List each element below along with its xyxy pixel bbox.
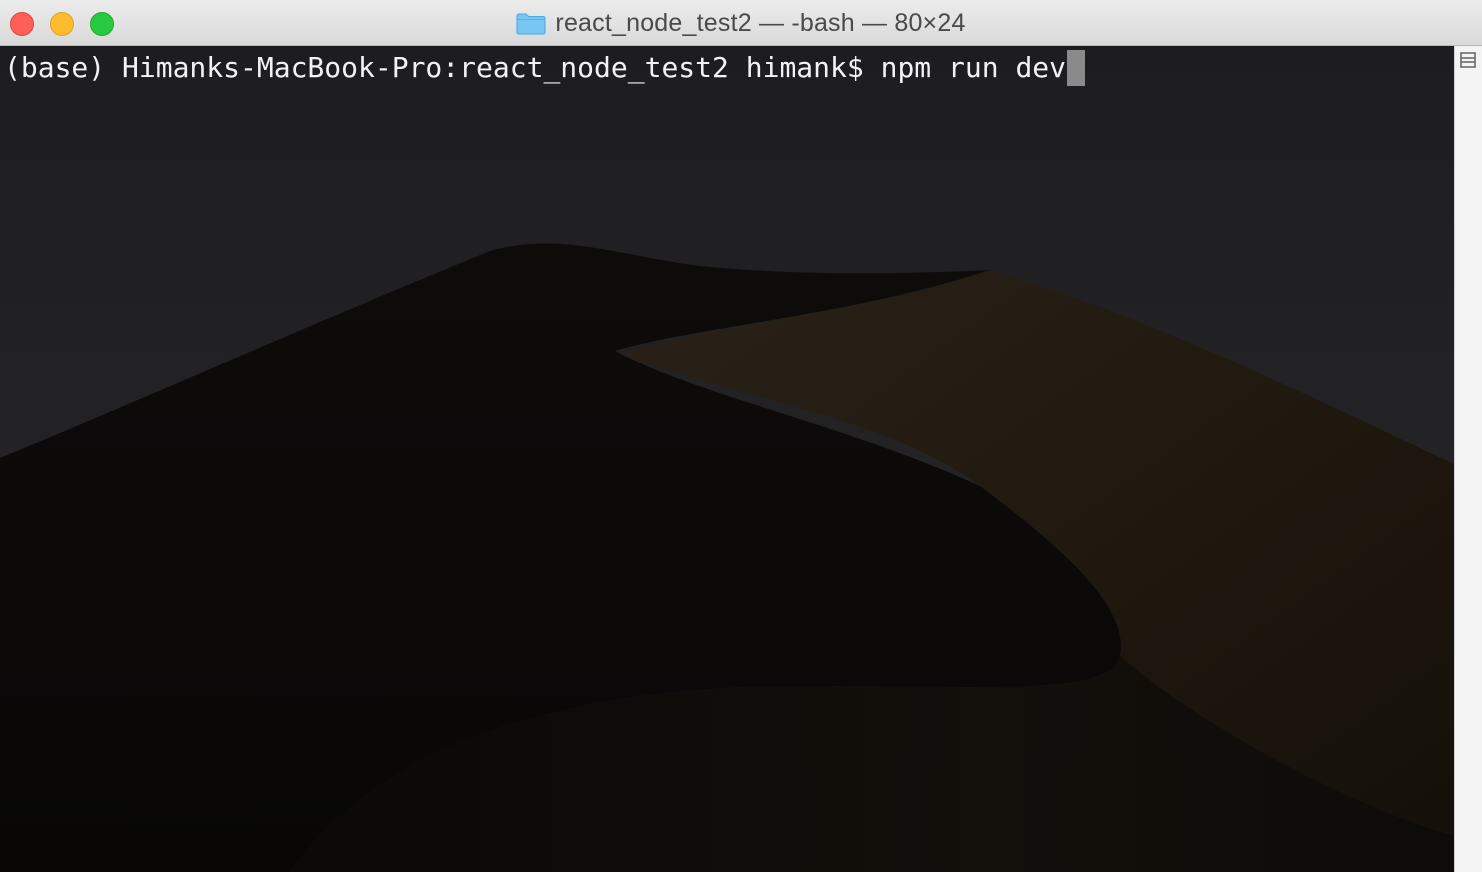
terminal-content[interactable]: (base) Himanks-MacBook-Pro:react_node_te… xyxy=(0,46,1454,872)
prompt-text: (base) Himanks-MacBook-Pro:react_node_te… xyxy=(4,51,881,84)
scrollbar[interactable] xyxy=(1454,46,1482,872)
command-text: npm run dev xyxy=(880,51,1067,84)
terminal-window: react_node_test2 — -bash — 80×24 (base) … xyxy=(0,0,1482,872)
window-title-group: react_node_test2 — -bash — 80×24 xyxy=(0,0,1482,46)
folder-icon xyxy=(516,13,546,35)
terminal-prompt-line[interactable]: (base) Himanks-MacBook-Pro:react_node_te… xyxy=(4,50,1086,86)
window-title: react_node_test2 — -bash — 80×24 xyxy=(555,8,966,37)
split-pane-icon[interactable] xyxy=(1460,52,1476,68)
text-cursor xyxy=(1067,50,1086,86)
desert-wallpaper xyxy=(0,46,1454,872)
title-bar[interactable]: react_node_test2 — -bash — 80×24 xyxy=(0,0,1482,46)
